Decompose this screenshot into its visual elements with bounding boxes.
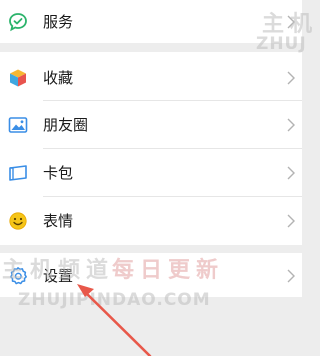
pointer-arrow-icon — [77, 284, 152, 356]
wechat-me-menu: 服务 收藏 朋友圈 卡包 表情 设置 主机 ZHUJ 主机频道 每日更新 ZHU… — [0, 0, 312, 356]
